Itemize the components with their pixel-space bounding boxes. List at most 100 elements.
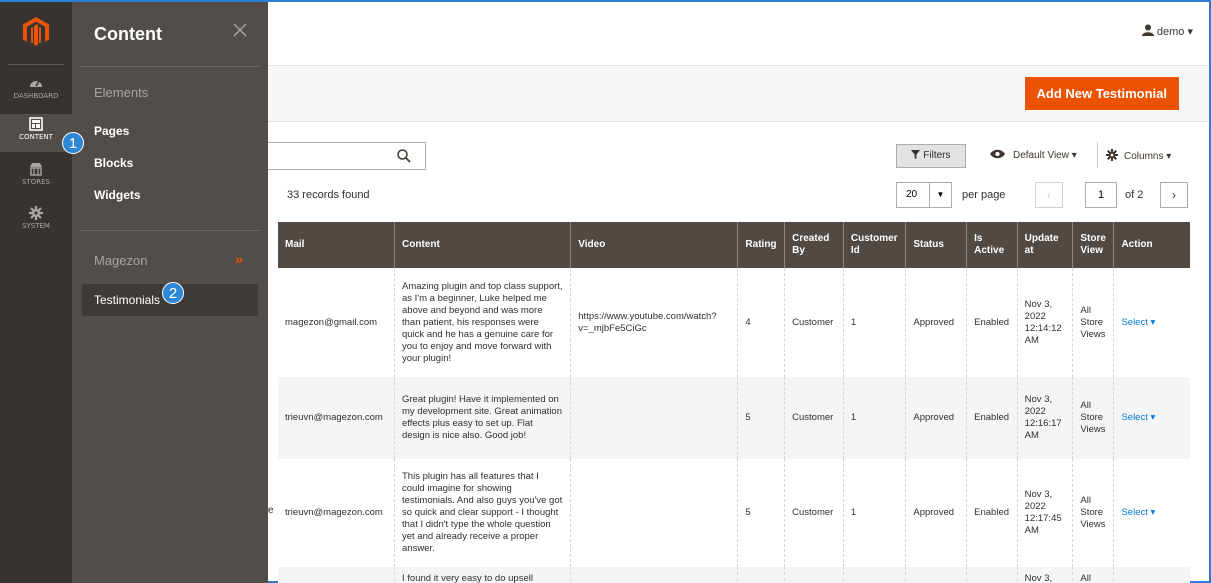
cell-created-by — [784, 567, 844, 583]
cell-video — [570, 567, 738, 583]
page-actions-bar: Add New Testimonial — [268, 66, 1209, 122]
stores-icon — [30, 163, 42, 176]
cell-customer-id: 1 — [842, 459, 906, 567]
cell-mail — [278, 567, 395, 583]
column-header-status[interactable]: Status — [905, 222, 967, 268]
flyout-link-testimonials[interactable]: Testimonials — [94, 293, 160, 307]
cell-is-active — [966, 567, 1018, 583]
cell-is-active: Enabled — [966, 377, 1018, 459]
cell-created-by: Customer — [784, 268, 844, 377]
cell-update-at: Nov 3, 2022 12:17:45 AM — [1016, 459, 1073, 567]
nav-item-system[interactable]: SYSTEM — [0, 206, 72, 244]
column-header-mail[interactable]: Mail — [278, 222, 395, 268]
cell-store-view: All Store Views — [1072, 268, 1114, 377]
table-header-row: Mail Content Video Rating Created By Cus… — [278, 222, 1190, 268]
flyout-group-magezon[interactable]: Magezon — [94, 253, 147, 268]
close-icon[interactable] — [232, 22, 248, 38]
cell-is-active: Enabled — [966, 459, 1018, 567]
cell-video: https://www.youtube.com/watch?v=_mjbFe5C… — [570, 268, 738, 377]
column-header-video[interactable]: Video — [570, 222, 738, 268]
cell-content: I found it very easy to do upsell — [393, 567, 571, 583]
next-page-button[interactable]: › — [1160, 182, 1188, 208]
search-icon[interactable] — [397, 149, 411, 163]
nav-label-content: CONTENT — [19, 133, 53, 141]
cell-mail: trieuvn@magezon.com — [278, 459, 395, 567]
flyout-divider — [80, 230, 260, 231]
column-header-update-at[interactable]: Update at — [1016, 222, 1073, 268]
user-icon — [1141, 24, 1154, 36]
content-flyout-menu: Content Elements Pages Blocks Widgets Ma… — [62, 2, 268, 583]
columns-label: Columns ▾ — [1124, 151, 1172, 162]
row-action-select[interactable] — [1113, 567, 1190, 583]
cell-created-by: Customer — [784, 459, 844, 567]
column-header-content[interactable]: Content — [393, 222, 571, 268]
magento-logo[interactable] — [22, 16, 50, 48]
column-header-is-active[interactable]: Is Active — [966, 222, 1018, 268]
search-input[interactable] — [268, 142, 426, 170]
cell-update-at: Nov 3, — [1016, 567, 1073, 583]
default-view-dropdown[interactable]: Default View ▾ — [990, 149, 1077, 161]
add-new-testimonial-button[interactable]: Add New Testimonial — [1024, 77, 1179, 110]
chevron-down-icon: ▼ — [929, 183, 951, 207]
per-page-select[interactable]: 20 ▼ — [896, 182, 952, 208]
records-count: 33 records found — [287, 189, 370, 201]
nav-item-stores[interactable]: STORES — [0, 162, 72, 200]
table-row[interactable]: magezon@gmail.com Amazing plugin and top… — [278, 268, 1190, 377]
prev-page-button[interactable]: ‹ — [1035, 182, 1063, 208]
nav-item-content[interactable]: CONTENT — [0, 114, 72, 152]
cell-customer-id — [842, 567, 906, 583]
column-header-created-by[interactable]: Created By — [784, 222, 844, 268]
cell-mail: trieuvn@magezon.com — [278, 377, 395, 459]
step-badge-1: 1 — [62, 132, 84, 154]
cell-store-view: All Store Views — [1072, 377, 1114, 459]
flyout-link-blocks[interactable]: Blocks — [94, 156, 133, 170]
gear-icon — [29, 206, 43, 220]
row-action-select[interactable]: Select ▾ — [1113, 268, 1190, 377]
filter-icon — [911, 150, 921, 159]
nav-divider — [8, 64, 64, 65]
content-icon — [29, 117, 43, 131]
admin-header: demo ▾ — [268, 2, 1209, 66]
filters-button[interactable]: Filters — [896, 144, 966, 168]
column-header-action[interactable]: Action — [1113, 222, 1190, 268]
flyout-link-pages[interactable]: Pages — [94, 124, 129, 138]
cell-rating: 5 — [737, 377, 785, 459]
flyout-divider — [80, 66, 260, 67]
double-chevron-icon: » — [235, 251, 243, 267]
table-row[interactable]: trieuvn@magezon.com Great plugin! Have i… — [278, 377, 1190, 459]
cell-rating: 5 — [737, 459, 785, 567]
cell-content: Great plugin! Have it implemented on my … — [393, 377, 571, 459]
filters-label: Filters — [923, 150, 951, 161]
truncated-cell-text: e — [268, 505, 274, 516]
table-row[interactable]: trieuvn@magezon.com This plugin has all … — [278, 459, 1190, 567]
cell-store-view: All — [1072, 567, 1114, 583]
cell-content: Amazing plugin and top class support, as… — [393, 268, 571, 377]
flyout-link-widgets[interactable]: Widgets — [94, 188, 141, 202]
user-menu[interactable]: demo ▾ — [1141, 24, 1193, 38]
column-header-customer-id[interactable]: Customer Id — [842, 222, 906, 268]
column-header-store-view[interactable]: Store View — [1072, 222, 1114, 268]
cell-status: Approved — [905, 377, 967, 459]
cell-status: Approved — [905, 459, 967, 567]
nav-label-system: SYSTEM — [22, 222, 50, 230]
cell-status: Approved — [905, 268, 967, 377]
row-action-select[interactable]: Select ▾ — [1113, 377, 1190, 459]
default-view-label: Default View ▾ — [1013, 150, 1077, 161]
table-row[interactable]: I found it very easy to do upsell Nov 3,… — [278, 567, 1190, 583]
column-header-rating[interactable]: Rating — [737, 222, 785, 268]
per-page-value: 20 — [906, 189, 918, 200]
nav-label-dashboard: DASHBOARD — [13, 92, 59, 100]
cell-content: This plugin has all features that I coul… — [393, 459, 571, 567]
cell-created-by: Customer — [784, 377, 844, 459]
nav-item-dashboard[interactable]: DASHBOARD — [0, 76, 72, 114]
flyout-title: Content — [94, 24, 162, 44]
toolbar-divider — [1097, 142, 1098, 168]
cell-rating: 4 — [737, 268, 785, 377]
admin-sidebar: DASHBOARD CONTENT STORES SYSTEM — [0, 2, 72, 583]
cell-mail: magezon@gmail.com — [278, 268, 395, 377]
cell-update-at: Nov 3, 2022 12:14:12 AM — [1016, 268, 1073, 377]
row-action-select[interactable]: Select ▾ — [1113, 459, 1190, 567]
columns-dropdown[interactable]: Columns ▾ — [1106, 149, 1171, 162]
page-number-input[interactable]: 1 — [1085, 182, 1117, 208]
user-name: demo ▾ — [1156, 26, 1193, 38]
